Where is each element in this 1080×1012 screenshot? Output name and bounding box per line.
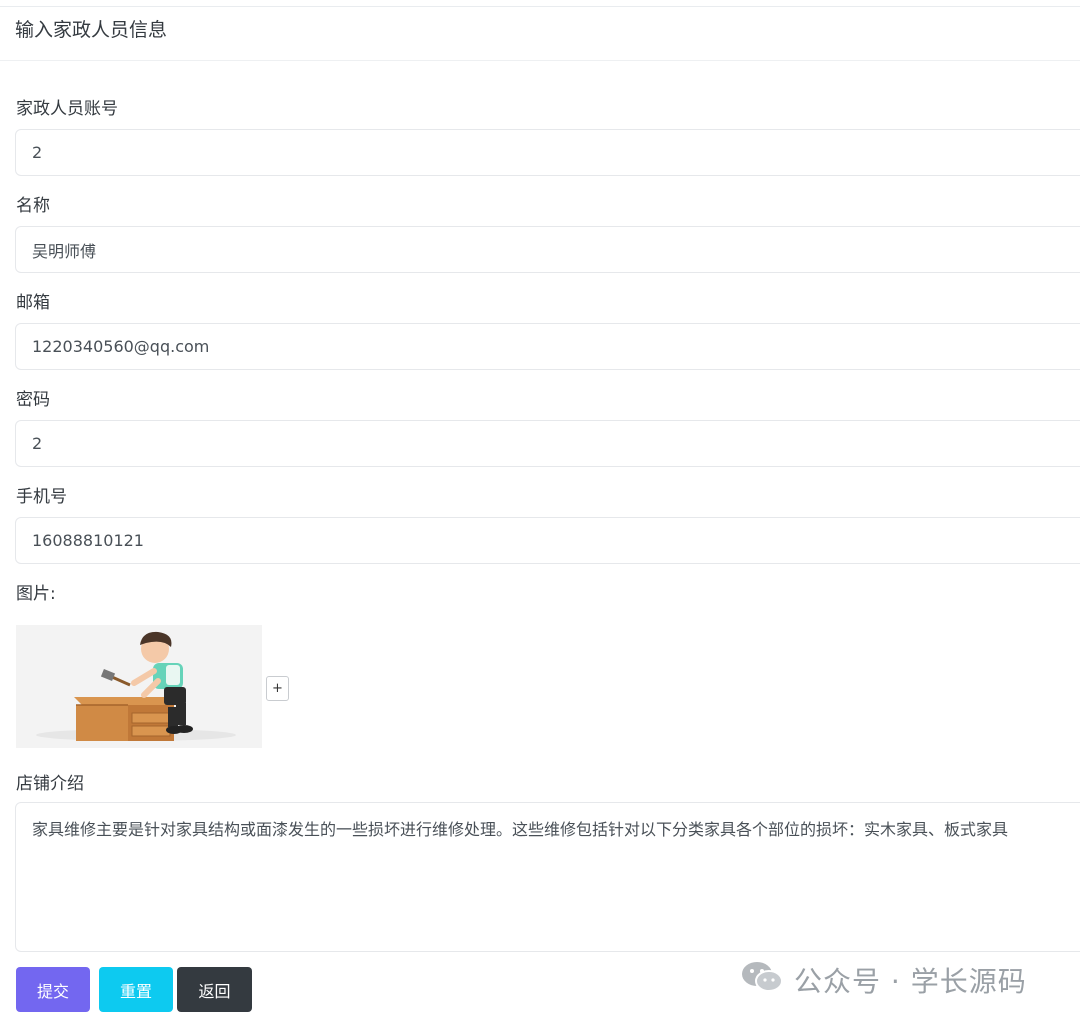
watermark-text: 公众号 · 学长源码 <box>794 965 1027 998</box>
submit-button[interactable]: 提交 <box>16 967 90 1012</box>
card-header: 输入家政人员信息 <box>0 7 1080 61</box>
account-label: 家政人员账号 <box>16 99 118 119</box>
page-title: 输入家政人员信息 <box>15 19 168 41</box>
image-label: 图片: <box>16 584 56 604</box>
add-image-button[interactable]: + <box>266 676 289 701</box>
account-input[interactable]: 2 <box>15 129 1080 176</box>
password-input[interactable]: 2 <box>15 420 1080 467</box>
password-label: 密码 <box>16 390 50 410</box>
phone-input[interactable]: 16088810121 <box>15 517 1080 564</box>
back-button[interactable]: 返回 <box>177 967 252 1012</box>
email-input[interactable]: 1220340560@qq.com <box>15 323 1080 370</box>
phone-label: 手机号 <box>16 487 67 507</box>
intro-textarea[interactable]: 家具维修主要是针对家具结构或面漆发生的一些损坏进行维修处理。这些维修包括针对以下… <box>15 802 1080 952</box>
reset-button[interactable]: 重置 <box>99 967 173 1012</box>
intro-label: 店铺介绍 <box>16 774 84 794</box>
wechat-icon <box>740 959 784 1002</box>
watermark: 公众号 · 学长源码 <box>740 958 1027 1002</box>
email-label: 邮箱 <box>16 293 50 313</box>
name-input[interactable]: 吴明师傅 <box>15 226 1080 273</box>
worker-photo <box>16 625 262 748</box>
name-label: 名称 <box>16 196 50 216</box>
